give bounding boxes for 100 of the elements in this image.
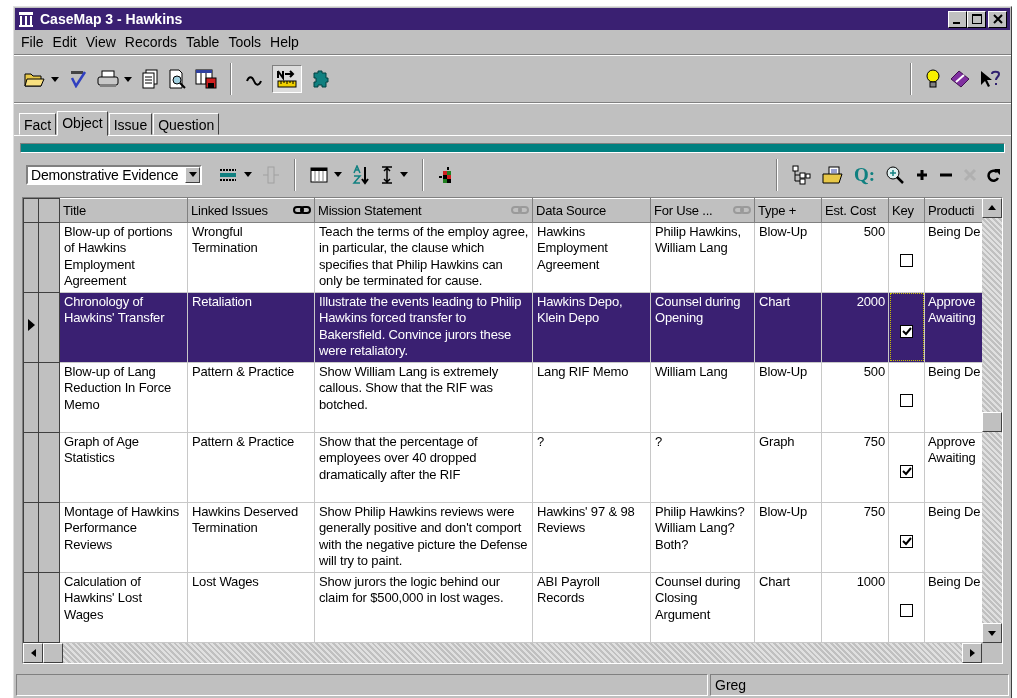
- key-checkbox[interactable]: [900, 534, 913, 548]
- caret-icon[interactable]: [244, 172, 252, 178]
- scroll-up-button[interactable]: [982, 197, 1002, 218]
- puzzle-icon[interactable]: [311, 69, 331, 89]
- table-cell-text: Chart: [759, 293, 791, 309]
- column-header[interactable]: Producti: [924, 198, 983, 223]
- lightbulb-icon[interactable]: [925, 69, 941, 89]
- table-row[interactable]: Blow-up of Lang Reduction In Force Memo Pattern & Practice Show William Lang is extremely callous. Show that the RIF was botched. Lang RIF Memo William Lang Blow-Up 500 Being De: [23, 362, 983, 433]
- menu-item[interactable]: Edit: [49, 34, 83, 50]
- column-header[interactable]: Est. Cost: [821, 198, 889, 223]
- menu-item[interactable]: Help: [267, 34, 305, 50]
- help-pointer-icon[interactable]: [979, 69, 1001, 89]
- key-checkbox[interactable]: [900, 253, 913, 267]
- folder-icon[interactable]: [24, 70, 46, 88]
- row-selector[interactable]: [23, 572, 39, 643]
- row-selector[interactable]: [23, 502, 39, 573]
- column-header[interactable]: Type +: [754, 198, 822, 223]
- ruler-button[interactable]: [272, 65, 302, 93]
- table-cell-text: 500: [863, 223, 885, 239]
- redo-icon[interactable]: [987, 166, 1001, 183]
- table-cell-text: Philip Hawkins, William Lang: [655, 223, 741, 256]
- row-selector[interactable]: [23, 432, 39, 503]
- key-checkbox[interactable]: [900, 603, 913, 617]
- table-cell-text: Blow-Up: [759, 363, 808, 379]
- column-label: For Use ...: [654, 202, 713, 218]
- menu-item[interactable]: Tools: [225, 34, 268, 50]
- column-header[interactable]: For Use ...: [650, 198, 755, 223]
- table-save-icon[interactable]: [195, 69, 217, 89]
- caret-icon: [188, 172, 197, 178]
- column-label: Type +: [758, 202, 797, 218]
- row-selector[interactable]: [23, 222, 39, 293]
- maximize-button[interactable]: [967, 10, 986, 28]
- scroll-right-button[interactable]: [962, 642, 982, 663]
- tab[interactable]: Object: [57, 111, 108, 136]
- table-cell-text: 750: [863, 433, 885, 449]
- printer-icon[interactable]: [97, 70, 119, 88]
- key-checkbox[interactable]: [900, 464, 913, 478]
- table-row[interactable]: [23, 502, 983, 573]
- minimize-button[interactable]: [948, 10, 967, 28]
- table-row[interactable]: Calculation of Hawkins' Lost Wages Lost Wages Show jurors the logic behind our claim for $500,000 in lost wages. ABI Payroll Records Counsel during Closing Argument Chart 1000 Being De: [23, 572, 983, 643]
- row-pointer-icon: [27, 319, 35, 332]
- caret-icon[interactable]: [51, 76, 59, 82]
- minimize-icon: [952, 21, 960, 24]
- table-row[interactable]: Graph of Age Statistics Pattern & Practice Show that the percentage of employees over 40 dropped dramatically after the RIF ? ? Graph 750 Approve Awaiting: [23, 432, 983, 503]
- column-header[interactable]: Mission Statement: [314, 198, 533, 223]
- tab[interactable]: Question: [153, 113, 220, 135]
- tab[interactable]: Issue: [108, 113, 153, 135]
- table-cell-text: Wrongful Termination: [192, 223, 258, 256]
- menu-item[interactable]: View: [82, 34, 122, 50]
- key-checkbox[interactable]: [900, 324, 913, 338]
- zoom-icon[interactable]: [885, 164, 905, 185]
- print-preview-icon[interactable]: [168, 69, 186, 89]
- scroll-left-button[interactable]: [23, 642, 43, 663]
- caret-icon[interactable]: [400, 172, 408, 178]
- caret-icon[interactable]: [124, 76, 132, 82]
- table-cell-text: Montage of Hawkins Performance Reviews: [64, 503, 180, 552]
- table-cell-text: Show Philip Hawkins reviews were generally positive and don't comport with the negative picture the Defense will try to paint.: [319, 503, 528, 569]
- table-row[interactable]: [23, 222, 983, 293]
- scroll-thumb[interactable]: [43, 642, 63, 663]
- table-cell-text: Counsel during Closing Argument: [655, 573, 741, 622]
- menu-item[interactable]: Records: [121, 34, 183, 50]
- column-label: Est. Cost: [825, 202, 876, 218]
- column-header[interactable]: Key: [888, 198, 925, 223]
- view-dropdown[interactable]: Demonstrative Evidence: [26, 164, 202, 185]
- column-label: Linked Issues: [191, 202, 268, 218]
- document-icon[interactable]: [141, 69, 159, 89]
- table-cell-text: Illustrate the events leading to Philip Hawkins forced transfer to Bakersfield. Convince jurors these were retaliatory.: [319, 293, 522, 359]
- columns-icon[interactable]: [310, 166, 328, 183]
- tree-icon[interactable]: [791, 164, 812, 185]
- add-icon[interactable]: [915, 167, 929, 182]
- column-label: Mission Statement: [318, 202, 422, 218]
- scroll-thumb[interactable]: [982, 411, 1002, 432]
- close-icon: [992, 14, 1003, 24]
- book-icon[interactable]: [950, 70, 970, 88]
- ruler-icon: [276, 69, 298, 89]
- table-cell-text: Blow-up of portions of Hawkins Employment Agreement: [64, 223, 173, 289]
- scroll-down-button[interactable]: [982, 623, 1002, 643]
- horizontal-scrollbar[interactable]: [23, 642, 982, 663]
- row-selector[interactable]: [23, 362, 39, 433]
- sort-icon[interactable]: [352, 164, 370, 185]
- column-header[interactable]: Linked Issues: [187, 198, 315, 223]
- maximize-icon: [971, 14, 982, 24]
- table-cell-text: Awaiting: [928, 310, 977, 327]
- tab[interactable]: Fact: [19, 113, 57, 135]
- spellcheck-icon[interactable]: [68, 70, 88, 88]
- table-cell-text: Approve: [928, 293, 977, 311]
- table-row[interactable]: [23, 292, 983, 363]
- table-cell-text: Teach the terms of the employ agree, in particular, the clause which specifies that Philip Hawkins can only be terminated for cause.: [319, 223, 529, 289]
- menu-item[interactable]: Table: [182, 34, 226, 50]
- table-cell-text: ?: [655, 433, 663, 449]
- close-button[interactable]: [988, 10, 1007, 28]
- column-header[interactable]: Title: [59, 198, 188, 223]
- key-checkbox[interactable]: [900, 393, 913, 407]
- caret-icon[interactable]: [334, 172, 342, 178]
- open-folder-icon[interactable]: [821, 165, 844, 184]
- row-height-icon[interactable]: [380, 165, 394, 184]
- left-arrow-icon: [30, 648, 36, 657]
- menu-item[interactable]: File: [18, 34, 50, 50]
- column-header[interactable]: Data Source: [532, 198, 651, 223]
- row-selector[interactable]: [23, 292, 39, 363]
